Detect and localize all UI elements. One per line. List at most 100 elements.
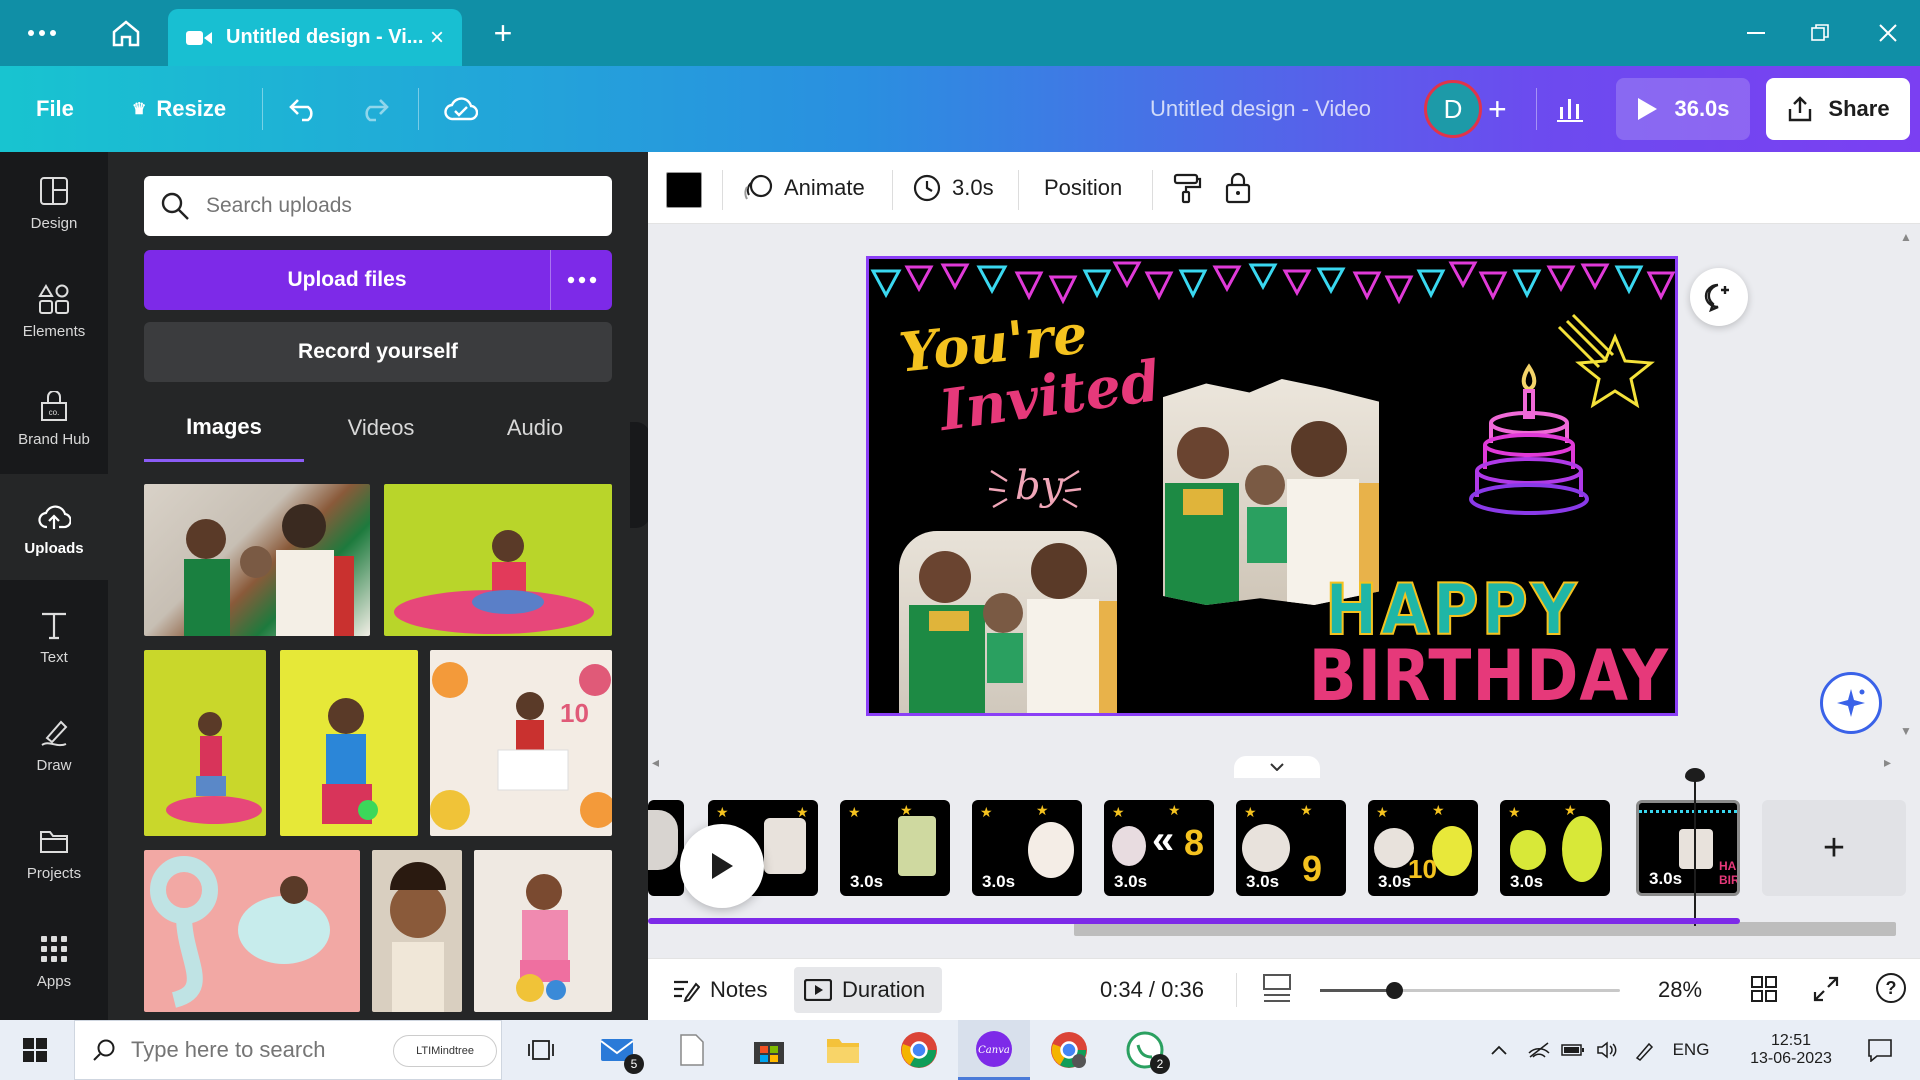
volume-icon[interactable] bbox=[1592, 1020, 1622, 1080]
chrome-icon[interactable] bbox=[892, 1020, 946, 1080]
clock[interactable]: 12:51 13-06-2023 bbox=[1736, 1020, 1846, 1080]
upload-files-button[interactable]: Upload files bbox=[144, 250, 550, 310]
present-button[interactable]: 36.0s bbox=[1616, 78, 1750, 140]
browser-tab[interactable]: Untitled design - Vi... × bbox=[168, 9, 462, 66]
timeline-clip-selected[interactable]: HA BIR 3.0s bbox=[1636, 800, 1740, 896]
rail-item-projects[interactable]: Projects bbox=[0, 802, 108, 902]
tab-audio[interactable]: Audio bbox=[458, 394, 612, 462]
canva-app-icon[interactable]: Canva bbox=[958, 1020, 1030, 1080]
undo-icon[interactable] bbox=[288, 66, 320, 152]
file-explorer-icon[interactable] bbox=[818, 1020, 868, 1080]
scroll-left-icon[interactable]: ◂ bbox=[652, 754, 659, 771]
rail-item-draw[interactable]: Draw bbox=[0, 694, 108, 794]
scroll-down-icon[interactable]: ▼ bbox=[1900, 724, 1912, 738]
new-tab-button[interactable]: + bbox=[486, 10, 520, 56]
design-page[interactable]: You're Invited by HAPPY BIRTHDAY bbox=[866, 256, 1678, 716]
add-page-button[interactable]: + bbox=[1762, 800, 1906, 896]
zoom-level[interactable]: 28% bbox=[1658, 969, 1702, 1011]
collapse-panel-handle[interactable] bbox=[630, 422, 648, 528]
chrome-profile-icon[interactable] bbox=[1042, 1020, 1096, 1080]
position-button[interactable]: Position bbox=[1044, 152, 1122, 224]
uploaded-image[interactable] bbox=[144, 850, 360, 1012]
uploaded-image[interactable] bbox=[144, 650, 266, 836]
duration-button[interactable]: Duration bbox=[794, 967, 942, 1013]
timeline-clip[interactable]: 9 ★ ★ 3.0s bbox=[1236, 800, 1346, 896]
zoom-slider-thumb[interactable] bbox=[1386, 982, 1403, 999]
rail-item-uploads[interactable]: Uploads bbox=[0, 474, 108, 580]
battery-icon[interactable] bbox=[1558, 1020, 1588, 1080]
timeline-clip[interactable]: ★ ★ 3.0s bbox=[972, 800, 1082, 896]
uploaded-image[interactable]: 10 bbox=[430, 650, 612, 836]
uploaded-image[interactable] bbox=[280, 650, 418, 836]
store-icon[interactable] bbox=[744, 1020, 794, 1080]
close-window-icon[interactable] bbox=[1868, 10, 1908, 56]
zoom-slider[interactable] bbox=[1320, 982, 1620, 999]
file-icon[interactable] bbox=[668, 1020, 716, 1080]
family-photo-rounded[interactable] bbox=[899, 531, 1117, 713]
search-input[interactable] bbox=[206, 194, 586, 218]
uploaded-image[interactable] bbox=[372, 850, 462, 1012]
record-yourself-button[interactable]: Record yourself bbox=[144, 322, 612, 382]
page-view-icon[interactable] bbox=[1262, 973, 1292, 1010]
minimize-icon[interactable] bbox=[1736, 10, 1776, 56]
uploaded-image[interactable] bbox=[384, 484, 612, 636]
fullscreen-icon[interactable] bbox=[1812, 975, 1840, 1008]
playhead[interactable] bbox=[1685, 768, 1705, 926]
uploaded-image[interactable] bbox=[144, 484, 370, 636]
timeline-clip[interactable]: ★ ★ 3.0s bbox=[1500, 800, 1610, 896]
uploaded-image[interactable] bbox=[474, 850, 612, 1012]
insights-icon[interactable] bbox=[1554, 66, 1586, 152]
paint-roller-icon[interactable] bbox=[1172, 152, 1202, 224]
design-title[interactable]: Untitled design - Video bbox=[1150, 66, 1371, 152]
play-button[interactable] bbox=[680, 824, 764, 908]
redo-icon[interactable] bbox=[358, 66, 390, 152]
mail-icon[interactable]: 5 bbox=[592, 1020, 646, 1080]
rail-item-text[interactable]: Text bbox=[0, 586, 108, 686]
rail-item-design[interactable]: Design bbox=[0, 152, 108, 252]
scroll-right-icon[interactable]: ▸ bbox=[1884, 754, 1891, 771]
taskbar-search[interactable]: LTIMindtree bbox=[74, 1020, 502, 1080]
upload-more-icon[interactable] bbox=[551, 250, 612, 310]
taskbar-search-input[interactable] bbox=[131, 1037, 371, 1063]
lock-icon[interactable] bbox=[1224, 152, 1252, 224]
color-swatch[interactable] bbox=[666, 172, 702, 208]
tab-images[interactable]: Images bbox=[144, 394, 304, 462]
notes-button[interactable]: Notes bbox=[672, 969, 767, 1011]
timeline-clip[interactable]: ★ ★ 3.0s bbox=[840, 800, 950, 896]
timeline-scroll-thumb[interactable] bbox=[1074, 922, 1896, 936]
timeline-clip[interactable]: « 8 ★ ★ 3.0s bbox=[1104, 800, 1214, 896]
rail-item-apps[interactable]: Apps bbox=[0, 910, 108, 1010]
notifications-icon[interactable] bbox=[1856, 1020, 1904, 1080]
chevron-up-icon[interactable] bbox=[1484, 1020, 1514, 1080]
scroll-up-icon[interactable]: ▲ bbox=[1900, 230, 1912, 244]
help-icon[interactable]: ? bbox=[1876, 973, 1906, 1003]
file-menu-button[interactable]: File bbox=[36, 66, 74, 152]
pen-tray-icon[interactable] bbox=[1630, 1020, 1660, 1080]
avatar[interactable]: D bbox=[1424, 80, 1482, 138]
whatsapp-icon[interactable]: 2 bbox=[1118, 1020, 1172, 1080]
wifi-icon[interactable] bbox=[1524, 1020, 1554, 1080]
grid-view-icon[interactable] bbox=[1750, 975, 1778, 1008]
tab-close-icon[interactable]: × bbox=[430, 24, 444, 52]
magic-assistant-icon[interactable] bbox=[1820, 672, 1882, 734]
cloud-saved-icon[interactable] bbox=[444, 66, 478, 152]
animate-button[interactable]: Animate bbox=[744, 152, 865, 224]
more-icon[interactable] bbox=[22, 10, 62, 56]
timeline-clip[interactable] bbox=[648, 800, 684, 896]
tab-videos[interactable]: Videos bbox=[304, 394, 458, 462]
timeline-clip[interactable]: 10 ★ ★ 3.0s bbox=[1368, 800, 1478, 896]
search-box[interactable] bbox=[144, 176, 612, 236]
resize-button[interactable]: ♛ Resize bbox=[132, 66, 226, 152]
add-comment-icon[interactable] bbox=[1690, 268, 1748, 326]
restore-icon[interactable] bbox=[1800, 10, 1840, 56]
share-button[interactable]: Share bbox=[1766, 78, 1910, 140]
timing-button[interactable]: 3.0s bbox=[912, 152, 994, 224]
collapse-timeline-icon[interactable] bbox=[1234, 756, 1320, 778]
rail-item-brand-hub[interactable]: co. Brand Hub bbox=[0, 368, 108, 468]
rail-item-elements[interactable]: Elements bbox=[0, 260, 108, 360]
home-icon[interactable] bbox=[106, 10, 146, 56]
add-collaborator-icon[interactable]: + bbox=[1488, 66, 1507, 152]
windows-start-icon[interactable] bbox=[0, 1020, 70, 1080]
language-indicator[interactable]: ENG bbox=[1666, 1020, 1716, 1080]
task-view-icon[interactable] bbox=[518, 1020, 564, 1080]
